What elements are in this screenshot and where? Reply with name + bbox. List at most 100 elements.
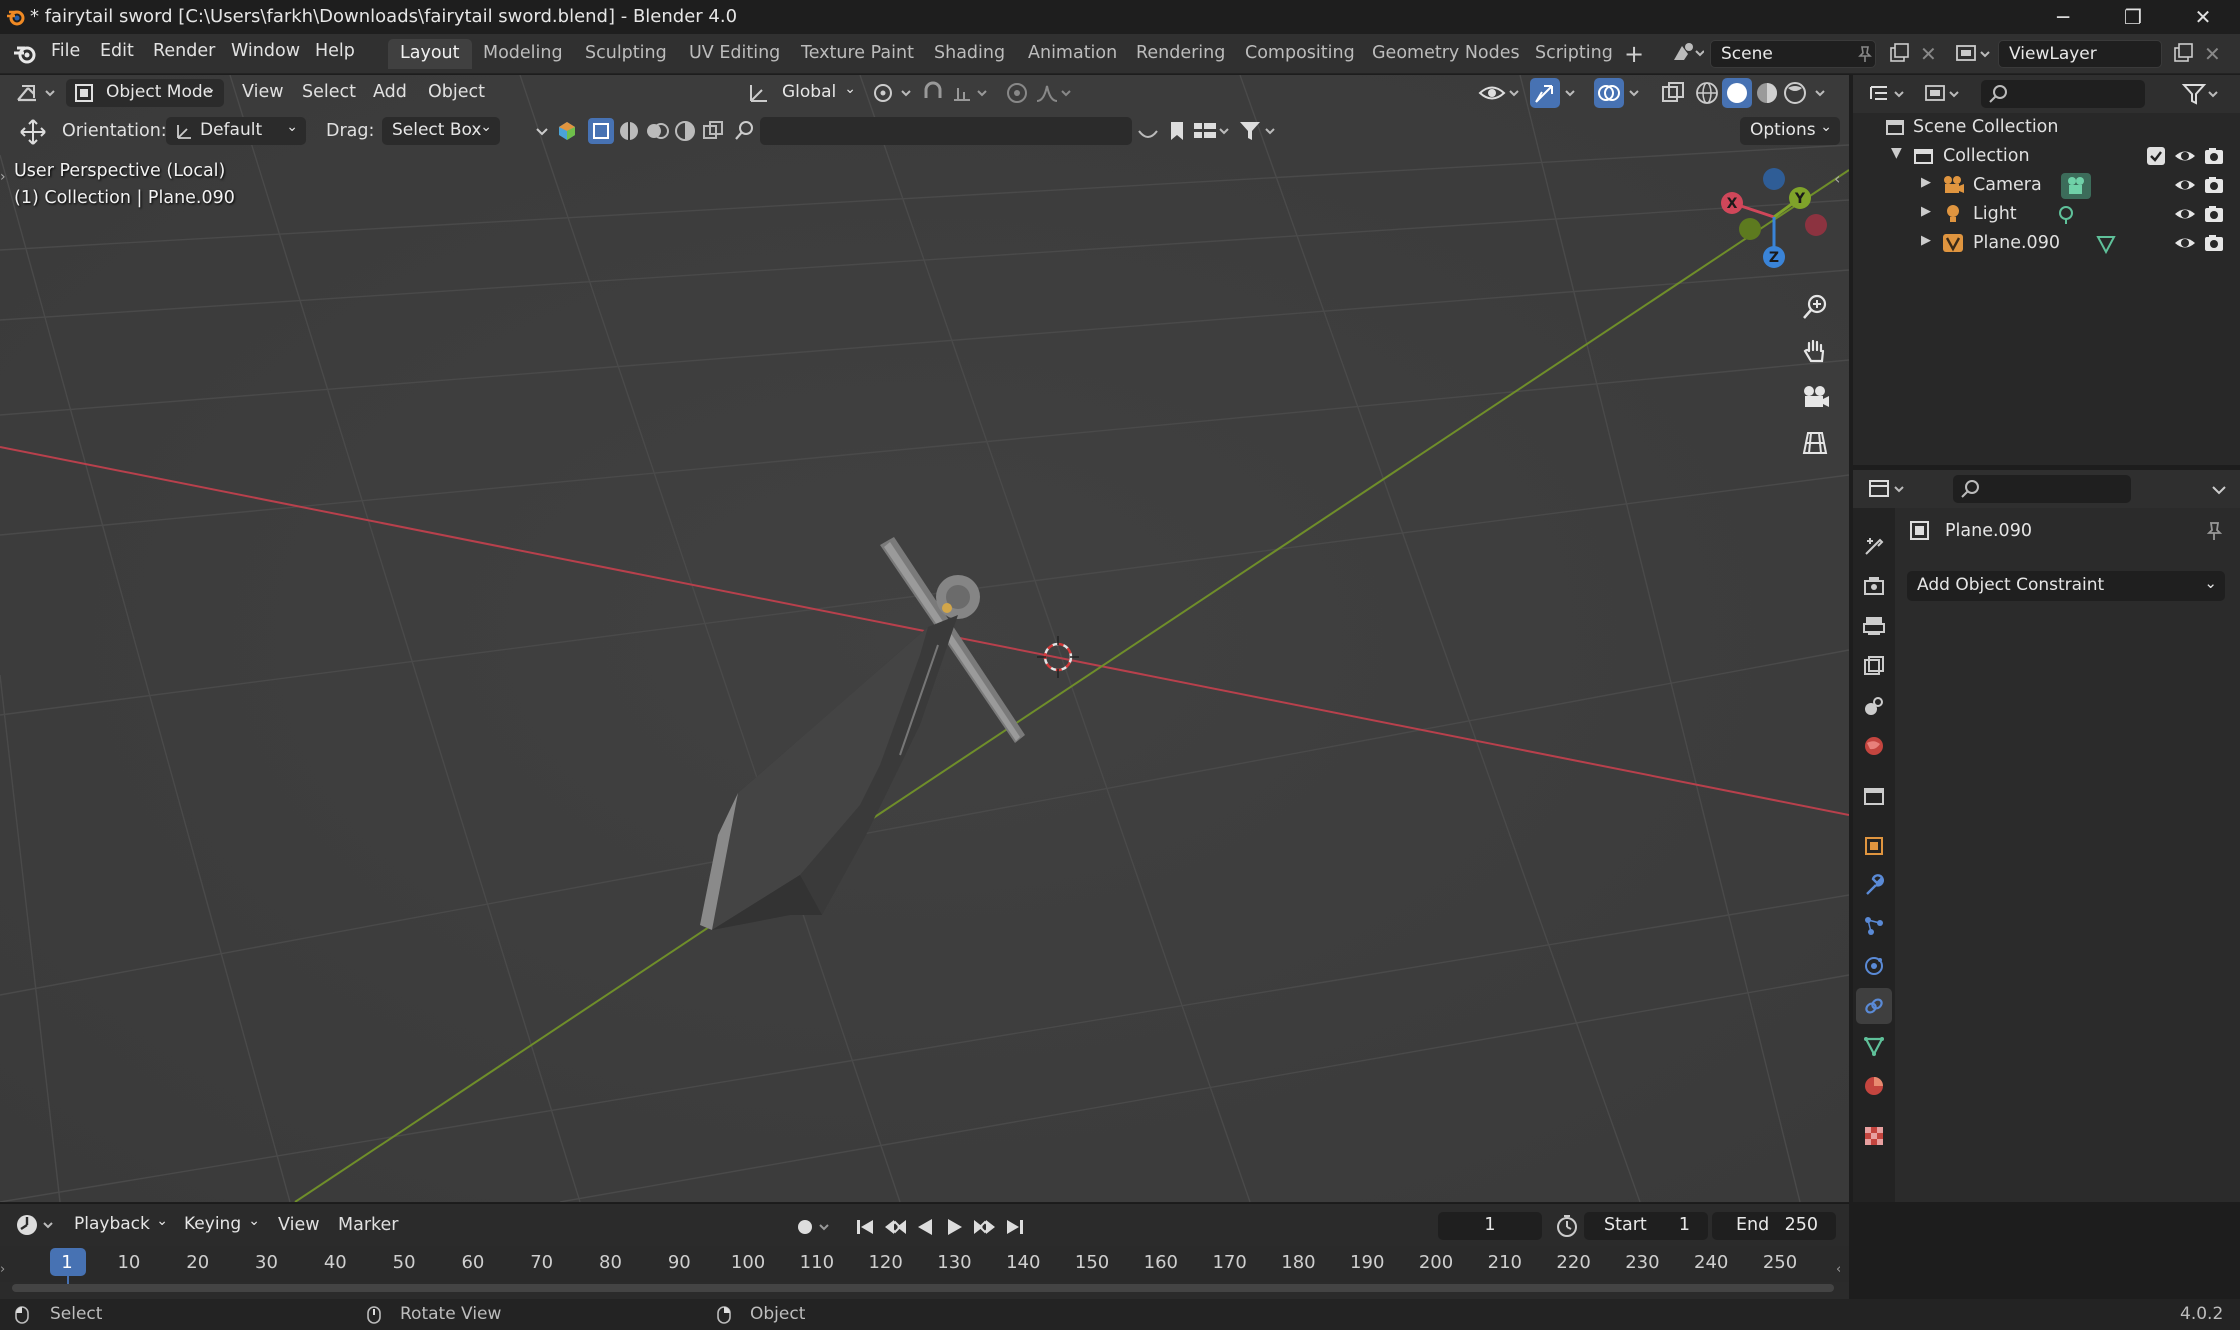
physics-tab-icon[interactable] <box>1856 948 1892 984</box>
collection-checkbox[interactable] <box>2147 147 2165 165</box>
light-render-icon[interactable] <box>2203 204 2225 224</box>
menu-file[interactable]: File <box>51 41 80 61</box>
timeline-menu-marker[interactable]: Marker <box>338 1215 399 1235</box>
snap-target-icon[interactable] <box>950 80 994 106</box>
properties-options-chevron-icon[interactable] <box>2209 476 2229 502</box>
tab-uv-editing[interactable]: UV Editing <box>677 39 792 69</box>
delete-viewlayer-icon[interactable]: ✕ <box>2204 42 2221 66</box>
viewlayer-field[interactable]: ViewLayer <box>1998 40 2162 68</box>
start-frame-field[interactable]: Start 1 <box>1584 1212 1708 1240</box>
outliner-row-light[interactable]: ▶ Light <box>1853 200 2240 229</box>
display-mode-icon[interactable] <box>1192 119 1232 143</box>
blender-menu-icon[interactable] <box>12 42 38 66</box>
camera-render-icon[interactable] <box>2203 175 2225 195</box>
plane-render-icon[interactable] <box>2203 233 2225 253</box>
delete-scene-icon[interactable]: ✕ <box>1920 42 1937 66</box>
zoom-icon[interactable] <box>1795 287 1835 327</box>
navigation-gizmo[interactable]: X Y Z <box>1712 163 1832 273</box>
collapse-chevron-icon[interactable] <box>534 119 550 143</box>
tab-scripting[interactable]: Scripting <box>1523 39 1625 69</box>
sidebar-expand-arrow[interactable]: ‹ <box>1834 169 1846 189</box>
close-button[interactable]: ✕ <box>2168 0 2238 34</box>
drag-dropdown[interactable]: Select Box ⌄ <box>382 117 500 145</box>
plane-mesh-data-icon[interactable] <box>2095 233 2117 255</box>
jump-keyframe-back-icon[interactable] <box>882 1214 908 1240</box>
end-frame-field[interactable]: End 250 <box>1712 1212 1836 1240</box>
viewport-menu-add[interactable]: Add <box>373 82 407 102</box>
camera-expand-icon[interactable]: ▶ <box>1921 175 1931 190</box>
outliner-row-scene-collection[interactable]: Scene Collection <box>1853 113 2240 142</box>
light-expand-icon[interactable]: ▶ <box>1921 204 1931 219</box>
scene-field[interactable]: Scene <box>1710 40 1876 68</box>
select-mode-invert-icon[interactable] <box>672 118 698 144</box>
scene-tab-icon[interactable] <box>1856 688 1892 724</box>
current-frame-field[interactable]: 1 <box>1438 1212 1542 1240</box>
select-mode-intersect-icon[interactable] <box>700 118 726 144</box>
modifier-tab-icon[interactable] <box>1856 868 1892 904</box>
viewport-menu-view[interactable]: View <box>242 82 284 102</box>
collection-render-icon[interactable] <box>2203 146 2225 166</box>
bookmark-icon[interactable] <box>1166 119 1188 143</box>
tool-tab-icon[interactable] <box>1856 528 1892 564</box>
collection-tab-icon[interactable] <box>1856 778 1892 814</box>
perspective-toggle-icon[interactable] <box>1795 423 1835 463</box>
new-scene-icon[interactable] <box>1888 42 1910 64</box>
tool-search-icon[interactable] <box>732 119 756 143</box>
solid-shading-icon[interactable] <box>1722 78 1752 108</box>
wireframe-shading-icon[interactable] <box>1694 80 1720 106</box>
pan-hand-icon[interactable] <box>1795 331 1835 371</box>
plane-expand-icon[interactable]: ▶ <box>1921 233 1931 248</box>
tab-sculpting[interactable]: Sculpting <box>573 39 679 69</box>
particles-tab-icon[interactable] <box>1856 908 1892 944</box>
outliner-search-field[interactable] <box>1981 80 2145 108</box>
timeline-menu-view[interactable]: View <box>278 1215 320 1235</box>
add-workspace-icon[interactable]: + <box>1624 40 1644 68</box>
select-mode-extend-icon[interactable] <box>616 118 642 144</box>
timeline-left-arrow[interactable]: › <box>0 1262 10 1282</box>
pivot-point-icon[interactable] <box>870 80 914 106</box>
timeline-editor-type-icon[interactable] <box>14 1212 56 1238</box>
select-mode-new-icon[interactable] <box>588 118 614 144</box>
auto-keying-icon[interactable] <box>792 1214 834 1240</box>
viewport-menu-object[interactable]: Object <box>428 82 485 102</box>
object-tab-icon[interactable] <box>1856 828 1892 864</box>
constraints-tab-icon[interactable] <box>1856 988 1892 1024</box>
editor-type-icon[interactable] <box>14 80 56 106</box>
menu-window[interactable]: Window <box>231 41 300 61</box>
output-tab-icon[interactable] <box>1856 608 1892 644</box>
jump-keyframe-forward-icon[interactable] <box>972 1214 998 1240</box>
keying-menu[interactable]: Keying ⌄ <box>174 1211 264 1239</box>
render-tab-icon[interactable] <box>1856 568 1892 604</box>
properties-editor-type-icon[interactable] <box>1867 476 1907 502</box>
tab-modeling[interactable]: Modeling <box>471 39 575 69</box>
minimize-button[interactable]: ─ <box>2028 0 2098 34</box>
select-mode-subtract-icon[interactable] <box>644 118 670 144</box>
play-icon[interactable] <box>942 1214 968 1240</box>
mesh-data-tab-icon[interactable] <box>1856 1028 1892 1064</box>
gizmo-toggle-icon[interactable] <box>1530 78 1560 108</box>
rendered-shading-icon[interactable] <box>1782 80 1808 106</box>
play-reverse-icon[interactable] <box>912 1214 938 1240</box>
viewport-menu-select[interactable]: Select <box>302 82 356 102</box>
gizmo-dropdown-icon[interactable] <box>1562 80 1580 106</box>
world-tab-icon[interactable] <box>1856 728 1892 764</box>
camera-visibility-icon[interactable] <box>2173 175 2197 195</box>
light-visibility-icon[interactable] <box>2173 204 2197 224</box>
transform-orientation-icon[interactable] <box>746 80 772 106</box>
plane-visibility-icon[interactable] <box>2173 233 2197 253</box>
display-mode-outliner-icon[interactable] <box>1923 81 1963 107</box>
proportional-editing-icon[interactable] <box>1004 80 1030 106</box>
tab-compositing[interactable]: Compositing <box>1233 39 1367 69</box>
object-mode-dropdown[interactable]: Object Mode ⌄ <box>66 79 224 107</box>
camera-data-icon[interactable] <box>2061 173 2091 199</box>
properties-search-field[interactable] <box>1953 475 2131 503</box>
transform-orientation-dropdown[interactable]: Global ⌄ <box>772 79 858 107</box>
add-object-constraint-dropdown[interactable]: Add Object Constraint ⌄ <box>1907 571 2225 601</box>
tab-shading[interactable]: Shading <box>922 39 1017 69</box>
outliner-editor-type-icon[interactable] <box>1867 81 1907 107</box>
visibility-selectability-icon[interactable] <box>1478 80 1524 106</box>
light-data-icon[interactable] <box>2055 204 2077 226</box>
jump-start-icon[interactable] <box>852 1214 878 1240</box>
timeline-right-arrow[interactable]: ‹ <box>1836 1262 1846 1282</box>
tool-search-field[interactable] <box>760 117 1132 145</box>
